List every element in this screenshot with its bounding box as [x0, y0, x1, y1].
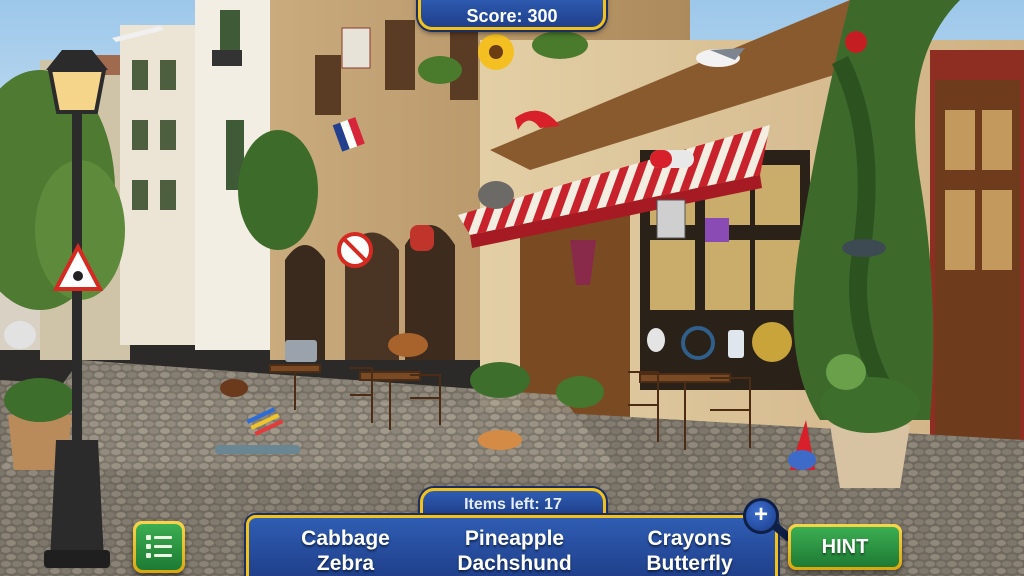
- magnifier-plus-icon[interactable]: +: [743, 498, 779, 534]
- hint-button[interactable]: HINT: [788, 524, 902, 570]
- hint-button-label: HINT: [791, 527, 899, 567]
- dachshund: [220, 379, 248, 397]
- item-column-2: Pineapple Dachshund: [426, 526, 603, 576]
- hen: [388, 333, 428, 357]
- menu-button[interactable]: [133, 521, 185, 573]
- cabbage: [826, 354, 866, 390]
- score-text: Score: 300: [466, 6, 558, 26]
- calculator: [656, 199, 686, 239]
- item-word[interactable]: Pineapple: [426, 526, 603, 551]
- item-word[interactable]: Cabbage: [257, 526, 434, 551]
- menu-button-face: [136, 524, 182, 570]
- items-left-counter: Items left: 17: [420, 488, 606, 518]
- items-left-text: Items left: 17: [464, 496, 562, 513]
- binoculars: [842, 239, 886, 257]
- item-column-1: Cabbage Zebra: [257, 526, 434, 576]
- milk-jar: [728, 330, 744, 358]
- item-list-panel: Cabbage Zebra Pineapple Dachshund Crayon…: [246, 515, 778, 576]
- cat: [478, 430, 522, 450]
- puzzle-piece: [705, 218, 729, 242]
- item-column-3: Crayons Butterfly: [601, 526, 778, 576]
- item-word[interactable]: Butterfly: [601, 551, 778, 576]
- item-word[interactable]: Dachshund: [426, 551, 603, 576]
- item-word[interactable]: Zebra: [257, 551, 434, 576]
- planter-right: [830, 425, 910, 488]
- skateboard: [215, 445, 300, 454]
- rabbit: [647, 328, 665, 352]
- zoom-glyph: +: [753, 501, 768, 528]
- zebra: [4, 321, 36, 349]
- security-camera: [212, 50, 242, 66]
- raccoon: [478, 181, 514, 209]
- gold-sphere: [752, 322, 792, 362]
- list-icon: [146, 535, 172, 558]
- graffiti-face: [341, 27, 371, 69]
- cooking-pot: [285, 340, 317, 362]
- tomato: [845, 31, 867, 53]
- lantern: [410, 225, 434, 251]
- score-display: Score: 300: [418, 0, 606, 30]
